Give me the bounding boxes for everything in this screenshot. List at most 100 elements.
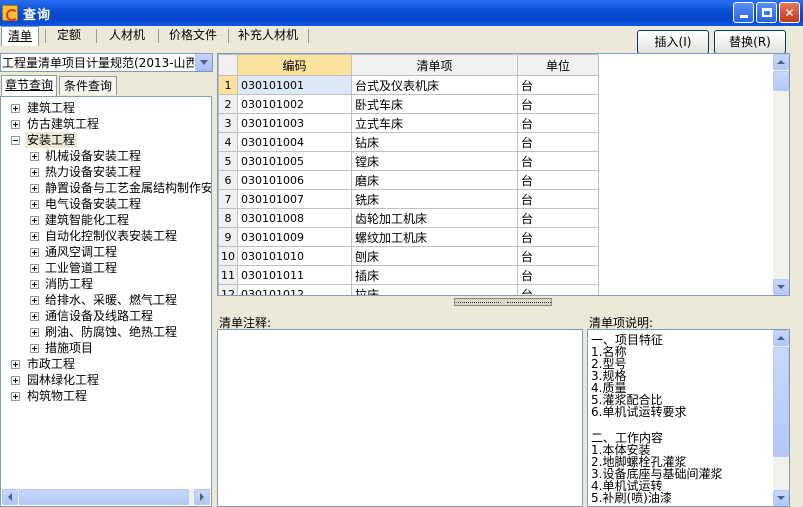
cell-unit[interactable]: 台 bbox=[517, 227, 599, 247]
cell-code[interactable]: 030101007 bbox=[237, 189, 352, 209]
expand-icon[interactable] bbox=[30, 184, 39, 193]
expand-icon[interactable] bbox=[11, 104, 20, 113]
tab-price-file[interactable]: 价格文件 bbox=[163, 26, 223, 46]
expand-icon[interactable] bbox=[11, 120, 20, 129]
expand-icon[interactable] bbox=[11, 360, 20, 369]
tab-dinge[interactable]: 定额 bbox=[50, 26, 88, 46]
cell-unit[interactable]: 台 bbox=[517, 189, 599, 209]
cell-code[interactable]: 030101006 bbox=[237, 170, 352, 190]
tree-hscrollbar[interactable] bbox=[2, 489, 210, 505]
cell-code[interactable]: 030101008 bbox=[237, 208, 352, 228]
cell-item[interactable]: 磨床 bbox=[351, 170, 518, 190]
expand-icon[interactable] bbox=[30, 344, 39, 353]
table-row[interactable]: 1 030101001 台式及仪表机床台 bbox=[218, 75, 599, 95]
cell-item[interactable]: 台式及仪表机床 bbox=[351, 75, 518, 95]
cell-item[interactable]: 铣床 bbox=[351, 189, 518, 209]
scroll-right-icon[interactable] bbox=[194, 489, 210, 505]
scroll-down-icon[interactable] bbox=[773, 279, 789, 295]
table-row[interactable]: 4 030101004 钻床台 bbox=[218, 132, 599, 152]
cell-code[interactable]: 030101009 bbox=[237, 227, 352, 247]
cell-item[interactable]: 螺纹加工机床 bbox=[351, 227, 518, 247]
cell-code[interactable]: 030101003 bbox=[237, 113, 352, 133]
tab-condition-query[interactable]: 条件查询 bbox=[59, 76, 117, 95]
tab-qingdan[interactable]: 清单 bbox=[1, 26, 39, 46]
row-number: 9 bbox=[218, 227, 238, 247]
expand-icon[interactable] bbox=[30, 216, 39, 225]
expand-icon[interactable] bbox=[30, 248, 39, 257]
cell-unit[interactable]: 台 bbox=[517, 75, 599, 95]
cell-item[interactable]: 刨床 bbox=[351, 246, 518, 266]
cell-code[interactable]: 030101010 bbox=[237, 246, 352, 266]
expand-icon[interactable] bbox=[30, 312, 39, 321]
tab-divider bbox=[45, 29, 46, 43]
table-row[interactable]: 7 030101007 铣床台 bbox=[218, 189, 599, 209]
table-row[interactable]: 3 030101003 立式车床台 bbox=[218, 113, 599, 133]
panel-splitter[interactable] bbox=[454, 298, 552, 306]
column-header-code[interactable]: 编码 bbox=[237, 54, 352, 76]
expand-icon[interactable] bbox=[30, 168, 39, 177]
cell-item[interactable]: 拉床 bbox=[351, 284, 518, 295]
column-header-unit[interactable]: 单位 bbox=[517, 54, 599, 76]
scroll-thumb[interactable] bbox=[19, 489, 189, 505]
cell-item[interactable]: 钻床 bbox=[351, 132, 518, 152]
table-row[interactable]: 5 030101005 镗床台 bbox=[218, 151, 599, 171]
scroll-up-icon[interactable] bbox=[773, 330, 789, 346]
cell-unit[interactable]: 台 bbox=[517, 284, 599, 295]
table-row[interactable]: 6 030101006 磨床台 bbox=[218, 170, 599, 190]
expand-icon[interactable] bbox=[30, 280, 39, 289]
scroll-thumb[interactable] bbox=[773, 71, 789, 91]
cell-item[interactable]: 卧式车床 bbox=[351, 94, 518, 114]
expand-icon[interactable] bbox=[11, 392, 20, 401]
expand-icon[interactable] bbox=[30, 152, 39, 161]
cell-unit[interactable]: 台 bbox=[517, 94, 599, 114]
tab-rencaiji[interactable]: 人材机 bbox=[102, 26, 152, 46]
cell-unit[interactable]: 台 bbox=[517, 132, 599, 152]
cell-unit[interactable]: 台 bbox=[517, 208, 599, 228]
scroll-thumb[interactable] bbox=[773, 347, 789, 457]
table-row[interactable]: 10 030101010 刨床台 bbox=[218, 246, 599, 266]
description-vscrollbar[interactable] bbox=[773, 330, 789, 506]
cell-unit[interactable]: 台 bbox=[517, 265, 599, 285]
spec-select[interactable]: 工程量清单项目计量规范(2013-山西 bbox=[0, 53, 213, 72]
cell-item[interactable]: 插床 bbox=[351, 265, 518, 285]
cell-item[interactable]: 齿轮加工机床 bbox=[351, 208, 518, 228]
cell-code[interactable]: 030101011 bbox=[237, 265, 352, 285]
maximize-button[interactable] bbox=[756, 2, 777, 23]
scroll-up-icon[interactable] bbox=[773, 54, 789, 70]
tab-supplement[interactable]: 补充人材机 bbox=[233, 26, 303, 46]
table-row[interactable]: 2 030101002 卧式车床台 bbox=[218, 94, 599, 114]
scroll-down-icon[interactable] bbox=[773, 490, 789, 506]
tab-chapter-query[interactable]: 章节查询 bbox=[1, 75, 57, 96]
expand-icon[interactable] bbox=[11, 376, 20, 385]
cell-code[interactable]: 030101001 bbox=[237, 75, 352, 95]
expand-icon[interactable] bbox=[30, 232, 39, 241]
cell-code[interactable]: 030101004 bbox=[237, 132, 352, 152]
notes-textarea[interactable] bbox=[217, 329, 583, 507]
grid-vscrollbar[interactable] bbox=[773, 54, 789, 295]
expand-icon[interactable] bbox=[30, 264, 39, 273]
cell-unit[interactable]: 台 bbox=[517, 151, 599, 171]
chevron-down-icon[interactable] bbox=[195, 54, 212, 71]
cell-item[interactable]: 镗床 bbox=[351, 151, 518, 171]
insert-button[interactable]: 插入(I) bbox=[637, 30, 709, 54]
expand-icon[interactable] bbox=[30, 200, 39, 209]
cell-unit[interactable]: 台 bbox=[517, 246, 599, 266]
replace-button[interactable]: 替换(R) bbox=[714, 30, 786, 54]
table-row[interactable]: 11 030101011 插床台 bbox=[218, 265, 599, 285]
table-row[interactable]: 8 030101008 齿轮加工机床台 bbox=[218, 208, 599, 228]
table-row[interactable]: 12 030101012 拉床台 bbox=[218, 284, 599, 295]
expand-icon[interactable] bbox=[30, 296, 39, 305]
cell-unit[interactable]: 台 bbox=[517, 113, 599, 133]
expand-icon[interactable] bbox=[30, 328, 39, 337]
cell-code[interactable]: 030101012 bbox=[237, 284, 352, 295]
scroll-left-icon[interactable] bbox=[2, 489, 18, 505]
cell-item[interactable]: 立式车床 bbox=[351, 113, 518, 133]
collapse-icon[interactable] bbox=[11, 136, 20, 145]
cell-code[interactable]: 030101002 bbox=[237, 94, 352, 114]
table-row[interactable]: 9 030101009 螺纹加工机床台 bbox=[218, 227, 599, 247]
close-button[interactable]: ✕ bbox=[779, 2, 800, 23]
cell-code[interactable]: 030101005 bbox=[237, 151, 352, 171]
cell-unit[interactable]: 台 bbox=[517, 170, 599, 190]
minimize-button[interactable] bbox=[733, 2, 754, 23]
column-header-item[interactable]: 清单项 bbox=[351, 54, 518, 76]
